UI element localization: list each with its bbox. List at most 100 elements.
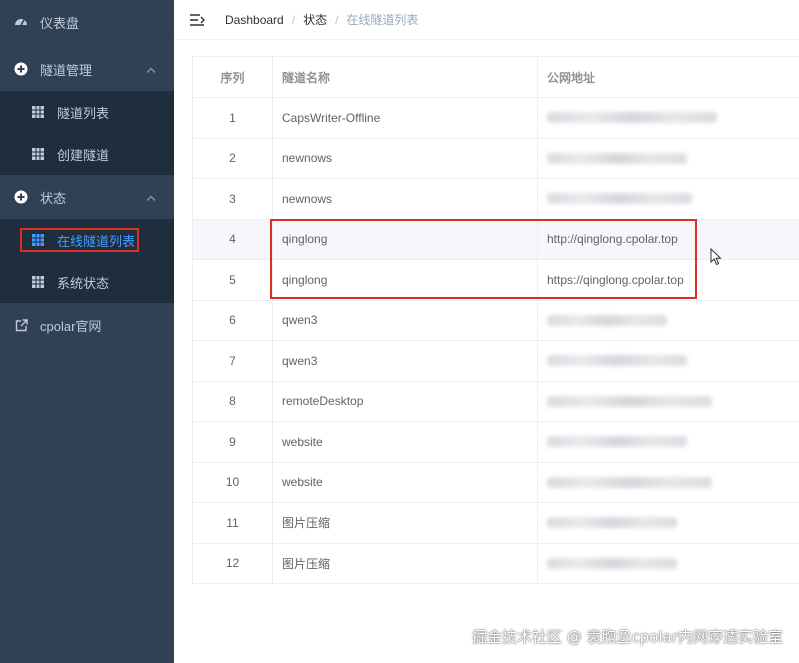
cell-tunnel-name: newnows bbox=[273, 179, 538, 219]
cell-tunnel-name: 图片压缩 bbox=[273, 543, 538, 583]
breadcrumb-current: 在线隧道列表 bbox=[346, 13, 419, 27]
cell-public-url bbox=[538, 503, 799, 543]
table-row[interactable]: 7 qwen3 bbox=[193, 341, 799, 382]
public-url-text[interactable]: http://qinglong.cpolar.top bbox=[547, 232, 678, 246]
cell-index: 10 bbox=[193, 462, 273, 502]
plus-circle-icon bbox=[14, 190, 28, 204]
redacted-url bbox=[547, 193, 692, 205]
header-public-url: 公网地址 bbox=[547, 70, 596, 85]
table-body: 1 CapsWriter-Offline 2 newnows 3 newnows 4 qing… bbox=[193, 98, 799, 584]
cell-index: 5 bbox=[193, 260, 273, 300]
cell-tunnel-name: qwen3 bbox=[273, 300, 538, 340]
cell-index: 11 bbox=[193, 503, 273, 543]
table-icon bbox=[32, 148, 44, 160]
cell-index: 3 bbox=[193, 179, 273, 219]
breadcrumb-separator: / bbox=[291, 12, 296, 27]
sidebar: 仪表盘 隧道管理 隧道列表 创建隧道 状态 在线隧道列表 系统状态 cpolar… bbox=[0, 0, 174, 663]
sidebar-item-system-status-label: 系统状态 bbox=[57, 275, 110, 291]
cell-tunnel-name: qwen3 bbox=[273, 341, 538, 381]
breadcrumb-dashboard[interactable]: Dashboard bbox=[225, 13, 284, 27]
cell-index: 2 bbox=[193, 138, 273, 178]
menu-dashboard[interactable]: 仪表盘 bbox=[0, 0, 174, 44]
external-link-icon bbox=[14, 318, 28, 332]
menu-status[interactable]: 状态 bbox=[0, 175, 174, 219]
cell-public-url: http://qinglong.cpolar.top bbox=[538, 220, 799, 260]
redacted-url bbox=[547, 355, 687, 367]
table-row[interactable]: 4 qinglong http://qinglong.cpolar.top bbox=[193, 219, 799, 260]
chevron-up-icon bbox=[146, 190, 156, 205]
menu-tunnel-management[interactable]: 隧道管理 bbox=[0, 47, 174, 91]
cell-tunnel-name: newnows bbox=[273, 138, 538, 178]
table-row[interactable]: 1 CapsWriter-Offline bbox=[193, 98, 799, 139]
breadcrumb-status: 状态 bbox=[303, 13, 328, 27]
cell-index: 9 bbox=[193, 422, 273, 462]
cell-index: 4 bbox=[193, 219, 273, 259]
menu-cpolar-site[interactable]: cpolar官网 bbox=[0, 303, 174, 347]
table-row[interactable]: 3 newnows bbox=[193, 179, 799, 220]
cell-public-url: https://qinglong.cpolar.top bbox=[538, 260, 799, 300]
sidebar-item-online-tunnels[interactable]: 在线隧道列表 bbox=[0, 219, 174, 261]
cell-tunnel-name: remoteDesktop bbox=[273, 381, 538, 421]
submenu-tunnel-management: 隧道列表 创建隧道 bbox=[0, 91, 174, 175]
cell-tunnel-name: website bbox=[273, 422, 538, 462]
watermark: 掘金技术社区 @ 袁煦丞cpolar内网穿透实验室 bbox=[471, 628, 783, 646]
cell-tunnel-name: CapsWriter-Offline bbox=[273, 98, 538, 138]
header-tunnel-name: 隧道名称 bbox=[273, 57, 538, 97]
redacted-url bbox=[547, 314, 667, 326]
table-row[interactable]: 11 图片压缩 bbox=[193, 503, 799, 544]
cell-index: 7 bbox=[193, 341, 273, 381]
redacted-url bbox=[547, 152, 687, 164]
cell-public-url bbox=[538, 139, 799, 179]
breadcrumb: Dashboard / 状态 / 在线隧道列表 bbox=[225, 11, 418, 28]
breadcrumb-separator: / bbox=[335, 12, 339, 27]
table-icon bbox=[32, 106, 44, 118]
sidebar-item-tunnel-list[interactable]: 隧道列表 bbox=[0, 91, 174, 133]
cell-index: 6 bbox=[193, 300, 273, 340]
sidebar-item-create-tunnel[interactable]: 创建隧道 bbox=[0, 133, 174, 175]
table-row[interactable]: 2 newnows bbox=[193, 138, 799, 179]
cell-tunnel-name: qinglong bbox=[273, 219, 538, 259]
tunnel-table: 序列 隧道名称 公网地址 1 CapsWriter-Offline 2 newnows… bbox=[192, 56, 799, 584]
redacted-url bbox=[547, 476, 712, 488]
dashboard-icon bbox=[14, 15, 28, 29]
sidebar-item-create-tunnel-label: 创建隧道 bbox=[57, 147, 110, 163]
redacted-url bbox=[547, 436, 687, 448]
menu-cpolar-site-label: cpolar官网 bbox=[40, 318, 102, 334]
menu-tunnel-management-label: 隧道管理 bbox=[40, 62, 93, 78]
cell-public-url bbox=[538, 382, 799, 422]
table-row[interactable]: 5 qinglong https://qinglong.cpolar.top bbox=[193, 260, 799, 301]
cell-tunnel-name: qinglong bbox=[273, 260, 538, 300]
header-index: 序列 bbox=[193, 57, 273, 97]
cell-tunnel-name: 图片压缩 bbox=[273, 503, 538, 543]
table-row[interactable]: 10 website bbox=[193, 462, 799, 503]
cell-index: 12 bbox=[193, 543, 273, 583]
table-row[interactable]: 9 website bbox=[193, 422, 799, 463]
cell-index: 8 bbox=[193, 381, 273, 421]
sidebar-item-system-status[interactable]: 系统状态 bbox=[0, 261, 174, 303]
redacted-url bbox=[547, 557, 677, 569]
redacted-url bbox=[547, 112, 717, 124]
chevron-up-icon bbox=[146, 62, 156, 77]
public-url-text[interactable]: https://qinglong.cpolar.top bbox=[547, 273, 684, 287]
redacted-url bbox=[547, 517, 677, 529]
cell-public-url bbox=[538, 544, 799, 584]
cell-index: 1 bbox=[193, 98, 273, 138]
table-row[interactable]: 6 qwen3 bbox=[193, 300, 799, 341]
table-row[interactable]: 8 remoteDesktop bbox=[193, 381, 799, 422]
hamburger-icon[interactable] bbox=[189, 13, 205, 27]
submenu-status: 在线隧道列表 系统状态 bbox=[0, 219, 174, 303]
mouse-cursor-icon bbox=[710, 248, 722, 266]
cell-public-url bbox=[538, 463, 799, 503]
cell-public-url bbox=[538, 341, 799, 381]
sidebar-item-online-tunnels-label: 在线隧道列表 bbox=[57, 233, 136, 249]
cell-public-url bbox=[538, 98, 799, 138]
menu-dashboard-label: 仪表盘 bbox=[40, 15, 80, 31]
table-header: 序列 隧道名称 公网地址 bbox=[193, 57, 799, 98]
cell-tunnel-name: website bbox=[273, 462, 538, 502]
navbar: Dashboard / 状态 / 在线隧道列表 bbox=[174, 0, 799, 40]
sidebar-item-tunnel-list-label: 隧道列表 bbox=[57, 105, 110, 121]
cell-public-url bbox=[538, 301, 799, 341]
cell-public-url bbox=[538, 179, 799, 219]
table-row[interactable]: 12 图片压缩 bbox=[193, 543, 799, 584]
redacted-url bbox=[547, 395, 712, 407]
